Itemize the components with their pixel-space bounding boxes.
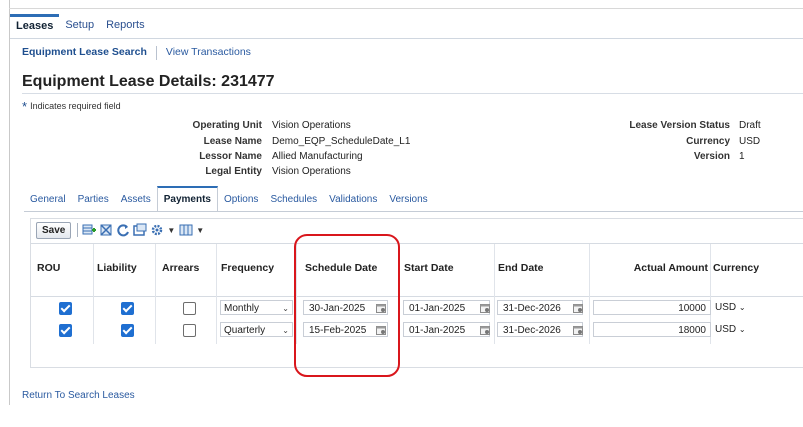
start-date-field[interactable]: 01-Jan-2025 — [403, 300, 490, 315]
sub-nav-separator — [155, 46, 157, 60]
currency-select-value: USD — [715, 302, 737, 313]
detach-icon[interactable] — [133, 223, 147, 237]
liability-checkbox[interactable] — [121, 324, 134, 337]
calendar-icon[interactable] — [480, 325, 490, 335]
currency-value: USD — [739, 136, 761, 147]
arrears-checkbox[interactable] — [183, 302, 196, 315]
currency-select[interactable]: USD ⌄ — [715, 300, 746, 315]
lessor-name-label: Lessor Name — [199, 151, 262, 162]
return-to-search-leases-link[interactable]: Return To Search Leases — [22, 390, 135, 401]
start-date-value: 01-Jan-2025 — [409, 325, 466, 336]
actual-amount-value: 18000 — [678, 325, 706, 336]
columns-icon[interactable] — [179, 223, 193, 237]
detail-tabs-divider — [24, 211, 803, 212]
sub-navigation: Equipment Lease Search View Transactions — [22, 46, 251, 60]
add-row-icon[interactable] — [82, 223, 97, 237]
lease-version-status-label: Lease Version Status — [629, 120, 730, 131]
tab-options[interactable]: Options — [218, 186, 264, 212]
top-tabs-divider — [10, 38, 803, 39]
chevron-down-icon: ⌄ — [282, 304, 289, 313]
end-date-value: 31-Dec-2026 — [503, 325, 561, 336]
chevron-down-icon: ⌄ — [282, 326, 289, 335]
version-label: Version — [693, 151, 730, 162]
version-value: 1 — [739, 151, 745, 162]
tab-schedules[interactable]: Schedules — [264, 186, 323, 212]
lease-name-value: Demo_EQP_ScheduleDate_L1 — [272, 136, 411, 147]
actual-amount-input[interactable]: 10000 — [593, 300, 711, 315]
start-date-field[interactable]: 01-Jan-2025 — [403, 322, 490, 337]
end-date-field[interactable]: 31-Dec-2026 — [497, 300, 583, 315]
frequency-select[interactable]: Quarterly ⌄ — [220, 322, 293, 337]
frequency-select[interactable]: Monthly ⌄ — [220, 300, 293, 315]
required-note-text: Indicates required field — [30, 101, 121, 111]
lease-version-status-value: Draft — [739, 120, 761, 131]
operating-unit-value: Vision Operations — [272, 120, 351, 131]
column-header-actual-amount[interactable]: Actual Amount — [610, 262, 708, 274]
legal-entity-value: Vision Operations — [272, 166, 351, 177]
legal-entity-label: Legal Entity — [205, 166, 262, 177]
lease-name-label: Lease Name — [203, 136, 262, 147]
end-date-value: 31-Dec-2026 — [503, 303, 561, 314]
tab-setup[interactable]: Setup — [59, 14, 100, 38]
actual-amount-input[interactable]: 18000 — [593, 322, 711, 337]
table-row: Monthly ⌄ 30-Jan-2025 01-Jan-2025 31-Dec… — [31, 299, 803, 319]
liability-checkbox[interactable] — [121, 302, 134, 315]
title-divider — [22, 93, 803, 94]
save-button[interactable]: Save — [36, 221, 72, 239]
schedule-date-highlight — [294, 234, 400, 377]
table-row: Quarterly ⌄ 15-Feb-2025 01-Jan-2025 31-D… — [31, 321, 803, 341]
currency-select-value: USD — [715, 324, 737, 335]
end-date-field[interactable]: 31-Dec-2026 — [497, 322, 583, 337]
delete-row-icon[interactable] — [99, 223, 113, 237]
column-header-currency[interactable]: Currency — [713, 262, 759, 274]
calendar-icon[interactable] — [573, 325, 583, 335]
tab-leases[interactable]: Leases — [10, 14, 60, 38]
calendar-icon[interactable] — [573, 303, 583, 313]
column-header-start-date[interactable]: Start Date — [404, 262, 454, 274]
frame-top-border — [9, 8, 803, 9]
lessor-name-value: Allied Manufacturing — [272, 151, 363, 162]
currency-label: Currency — [686, 136, 730, 147]
table-toolbar: Save ▼ ▼ — [36, 221, 208, 239]
column-header-rou[interactable]: ROU — [37, 262, 60, 274]
chevron-down-icon: ⌄ — [738, 325, 746, 334]
column-header-liability[interactable]: Liability — [97, 262, 137, 274]
rou-checkbox[interactable] — [59, 302, 72, 315]
tab-payments[interactable]: Payments — [156, 186, 218, 212]
tab-validations[interactable]: Validations — [323, 186, 383, 212]
actual-amount-value: 10000 — [678, 303, 706, 314]
calendar-icon[interactable] — [480, 303, 490, 313]
chevron-down-icon: ⌄ — [738, 303, 746, 312]
operating-unit-label: Operating Unit — [192, 120, 262, 131]
column-header-frequency[interactable]: Frequency — [221, 262, 274, 274]
start-date-value: 01-Jan-2025 — [409, 303, 466, 314]
tab-parties[interactable]: Parties — [72, 186, 115, 212]
frequency-select-value: Quarterly — [224, 325, 266, 336]
tab-general[interactable]: General — [24, 186, 72, 212]
view-transactions-link[interactable]: View Transactions — [166, 46, 251, 60]
tab-versions[interactable]: Versions — [383, 186, 433, 212]
tab-assets[interactable]: Assets — [115, 186, 157, 212]
chevron-down-icon[interactable]: ▼ — [167, 226, 175, 235]
rou-checkbox[interactable] — [59, 324, 72, 337]
top-tab-bar: Leases Setup Reports — [10, 14, 151, 38]
detail-tab-bar: General Parties Assets Payments Options … — [24, 186, 434, 212]
column-header-end-date[interactable]: End Date — [498, 262, 544, 274]
toolbar-separator — [77, 223, 79, 237]
required-field-note: * Indicates required field — [22, 97, 121, 114]
required-star-icon: * — [22, 99, 28, 114]
frequency-select-value: Monthly — [224, 303, 260, 314]
arrears-checkbox[interactable] — [183, 324, 196, 337]
equipment-lease-search-link[interactable]: Equipment Lease Search — [22, 46, 147, 60]
settings-icon[interactable] — [150, 223, 164, 237]
tab-reports[interactable]: Reports — [100, 14, 151, 38]
refresh-icon[interactable] — [116, 223, 130, 237]
column-header-arrears[interactable]: Arrears — [162, 262, 199, 274]
chevron-down-icon[interactable]: ▼ — [196, 226, 204, 235]
currency-select[interactable]: USD ⌄ — [715, 322, 746, 337]
page-title: Equipment Lease Details: 231477 — [22, 73, 275, 90]
frame-left-border — [9, 0, 10, 405]
